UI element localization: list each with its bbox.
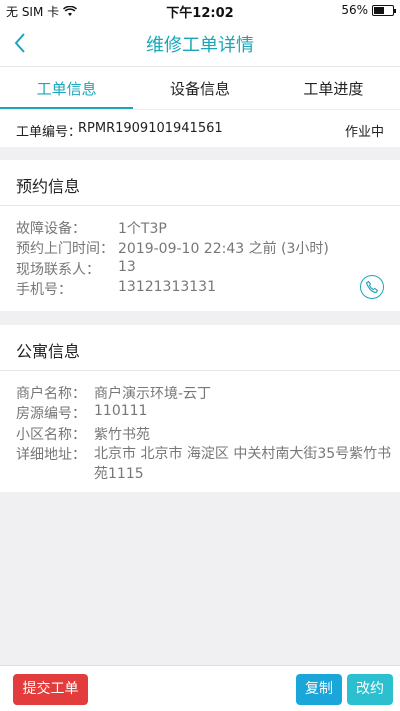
field-label: 手机号：	[16, 282, 72, 298]
field-merchant: 商户名称： 商户演示环境-云丁	[16, 383, 211, 403]
battery-percent: 56%	[341, 3, 368, 17]
field-label: 商户名称：	[16, 386, 86, 402]
phone-icon	[365, 280, 379, 294]
copy-button[interactable]: 复制	[296, 674, 342, 705]
order-number-row: 工单编号： RPMR1909101941561 作业中	[0, 110, 400, 147]
field-label: 详细地址：	[16, 447, 86, 463]
tab-bar: 工单信息 设备信息 工单进度	[0, 66, 400, 109]
appointment-title: 预约信息	[0, 160, 400, 206]
tab-order-progress[interactable]: 工单进度	[267, 67, 400, 109]
tab-device-info[interactable]: 设备信息	[133, 67, 266, 109]
field-address-value: 北京市 北京市 海淀区 中关村南大街35号紫竹书苑1115	[94, 446, 392, 482]
order-number-label: 工单编号：	[16, 125, 82, 140]
battery-icon	[372, 4, 396, 16]
field-label: 故障设备：	[16, 221, 86, 237]
page-title: 维修工单详情	[146, 35, 254, 56]
bottom-action-bar: 提交工单 复制 改约	[0, 665, 400, 711]
field-value: 商户演示环境-云丁	[94, 386, 212, 402]
order-status: 作业中	[344, 125, 384, 140]
tab-order-info[interactable]: 工单信息	[0, 67, 134, 109]
field-value: 1个T3P	[118, 221, 167, 237]
appointment-card: 预约信息 故障设备： 1个T3P 预约上门时间： 2019-09-10 22:4…	[0, 160, 400, 311]
apartment-card: 公寓信息 商户名称： 商户演示环境-云丁 房源编号： 110111 小区名称： …	[0, 325, 400, 492]
field-visit-time: 预约上门时间： 2019-09-10 22:43 之前 (3小时)	[16, 238, 329, 258]
field-value: 110111	[94, 403, 148, 419]
field-phone: 手机号： 13121313131	[16, 279, 216, 299]
status-time: 下午12:02	[166, 6, 234, 21]
apartment-title: 公寓信息	[0, 325, 400, 371]
status-bar: 无 SIM 卡 下午12:02 56%	[0, 0, 400, 21]
status-right: 56%	[341, 3, 396, 17]
field-address: 详细地址：	[16, 444, 86, 464]
order-number-value: RPMR1909101941561	[78, 121, 223, 136]
nav-bar: 维修工单详情	[0, 20, 400, 66]
field-value: 紫竹书苑	[94, 427, 150, 443]
field-label: 小区名称：	[16, 427, 86, 443]
field-label: 房源编号：	[16, 406, 86, 422]
field-label: 预约上门时间：	[16, 241, 114, 257]
field-label: 现场联系人：	[16, 262, 100, 278]
field-value: 2019-09-10 22:43 之前 (3小时)	[118, 241, 329, 257]
field-community: 小区名称： 紫竹书苑	[16, 424, 150, 444]
field-value: 13121313131	[118, 279, 216, 295]
field-contact: 现场联系人： 13	[16, 259, 136, 279]
field-faulty-device: 故障设备： 1个T3P	[16, 218, 167, 238]
reschedule-button[interactable]: 改约	[347, 674, 393, 705]
field-value: 13	[118, 259, 136, 275]
submit-order-button[interactable]: 提交工单	[13, 674, 88, 705]
field-room-id: 房源编号： 110111	[16, 403, 147, 423]
call-button[interactable]	[360, 275, 384, 299]
